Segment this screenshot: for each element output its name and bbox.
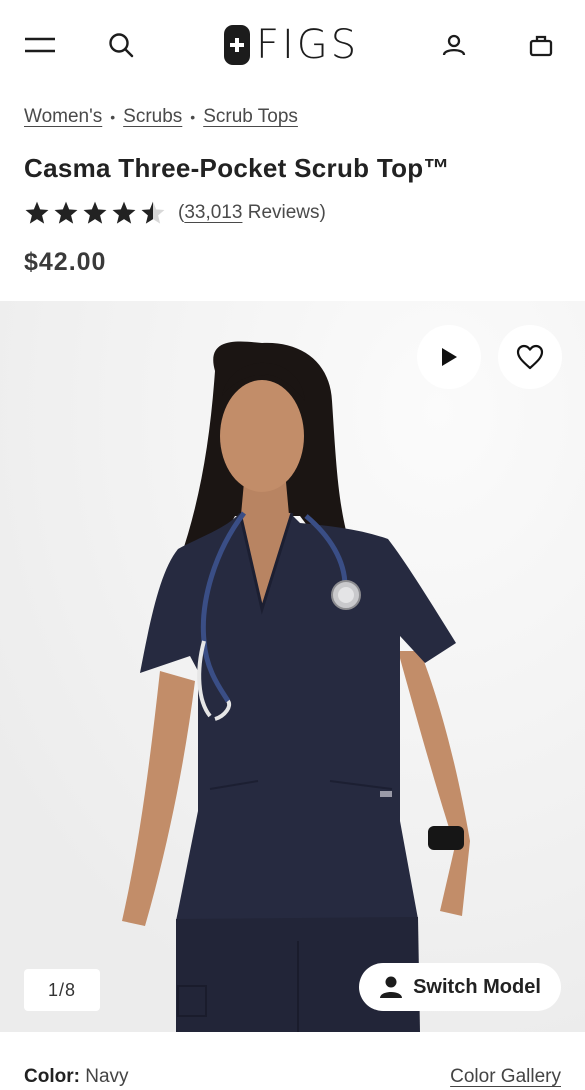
reviews-link[interactable]: (33,013 Reviews) <box>178 202 326 224</box>
search-button[interactable] <box>104 28 138 62</box>
half-star-icon <box>141 201 165 224</box>
brand-name: FIGS <box>256 22 360 68</box>
star-icon <box>112 201 136 224</box>
star-icon <box>25 201 49 224</box>
color-selector-row: Color: Navy Color Gallery <box>24 1066 561 1088</box>
color-label: Color: <box>24 1066 80 1087</box>
product-image-gallery[interactable]: 1/8 Switch Model <box>0 301 585 1032</box>
play-icon <box>442 348 457 366</box>
menu-icon <box>25 37 55 53</box>
rating-row: (33,013 Reviews) <box>24 200 326 226</box>
breadcrumb-separator: • <box>190 109 196 125</box>
product-photo <box>0 301 585 1032</box>
breadcrumb-womens[interactable]: Women's <box>24 106 102 128</box>
color-info: Color: Navy <box>24 1066 129 1088</box>
image-counter: 1/8 <box>24 969 100 1011</box>
breadcrumb-separator: • <box>110 109 116 125</box>
favorite-button[interactable] <box>498 325 562 389</box>
account-button[interactable] <box>436 28 472 62</box>
brand-logo[interactable]: FIGS <box>224 24 359 66</box>
star-rating[interactable] <box>24 200 166 226</box>
star-icon <box>83 201 107 224</box>
product-price: $42.00 <box>24 248 107 276</box>
play-video-button[interactable] <box>417 325 481 389</box>
star-icon <box>54 201 78 224</box>
reviews-suffix: Reviews) <box>242 202 326 223</box>
breadcrumb-scrubs[interactable]: Scrubs <box>123 106 182 128</box>
color-gallery-link[interactable]: Color Gallery <box>450 1066 561 1088</box>
switch-model-button[interactable]: Switch Model <box>359 963 561 1011</box>
person-icon <box>380 976 403 998</box>
top-nav-bar: FIGS <box>0 0 585 90</box>
bag-button[interactable] <box>522 28 560 62</box>
color-value: Navy <box>85 1066 129 1087</box>
switch-model-label: Switch Model <box>413 975 541 998</box>
product-title: Casma Three-Pocket Scrub Top™ <box>24 153 450 183</box>
account-icon <box>442 34 466 56</box>
breadcrumb: Women's • Scrubs • Scrub Tops <box>24 106 298 128</box>
plus-badge-icon <box>224 25 250 65</box>
review-count: 33,013 <box>184 202 243 223</box>
menu-button[interactable] <box>20 30 60 60</box>
breadcrumb-scrub-tops[interactable]: Scrub Tops <box>203 106 298 128</box>
bag-icon <box>529 35 553 57</box>
heart-icon <box>516 344 544 370</box>
search-icon <box>109 33 134 58</box>
